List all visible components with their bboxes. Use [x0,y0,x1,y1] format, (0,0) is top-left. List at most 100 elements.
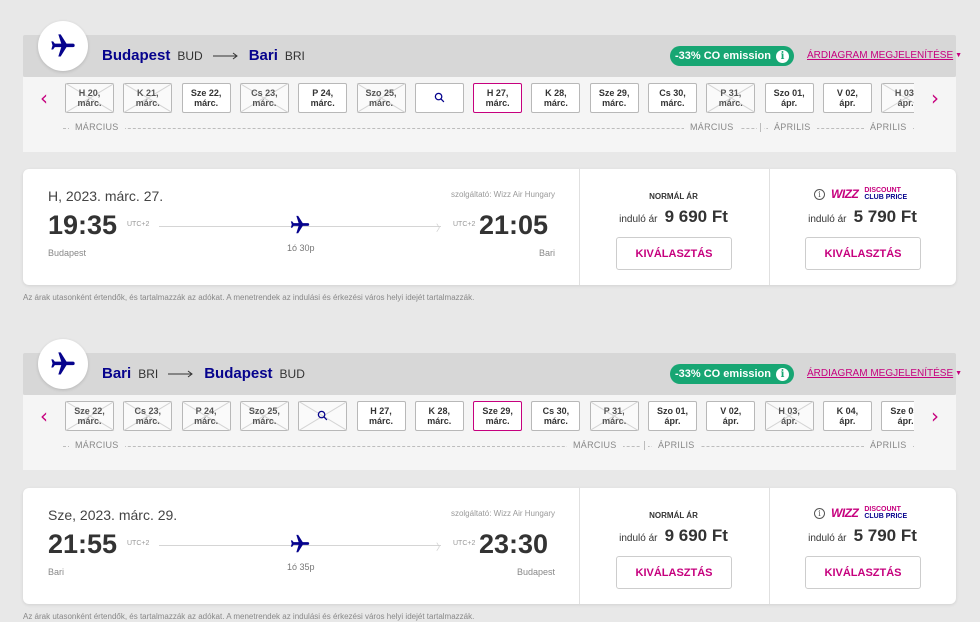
fare-amount: 9 690 Ft [664,526,728,545]
select-normal-button[interactable]: KIVÁLASZTÁS [616,556,732,589]
date-option-label: H 03, [778,406,800,416]
club-price-header: i WIZZ DISCOUNT CLUB PRICE [814,187,907,201]
date-search-button[interactable] [414,83,464,113]
fare-from-label: induló ár [619,214,658,225]
date-option[interactable]: Cs 23, márc. [123,401,173,431]
co-emission-label: -33% CO emission [675,368,771,380]
date-option-label: márc. [135,98,160,108]
date-option-label: P 24, [195,406,217,416]
date-search-button[interactable] [298,401,348,431]
flight-duration: 1ó 30p [287,243,315,253]
date-option-label: márc. [427,416,452,426]
destination-city: Budapest [204,365,273,382]
info-icon[interactable]: i [775,367,789,381]
fare-title: NORMÁL ÁR [649,511,698,520]
destination-code: BRI [284,48,305,63]
airplane-icon [290,215,310,234]
date-option[interactable]: Szo 25, márc. [356,83,406,113]
price-chart-link[interactable]: ÁRDIAGRAM MEGJELENÍTÉSE ▼ [807,50,962,61]
month-label: MÁRCIUS [567,440,623,450]
chevron-right-icon[interactable]: › [928,406,942,426]
date-option[interactable]: Cs 30, márc. [531,401,581,431]
fare-title: NORMÁL ÁR [649,192,698,201]
flight-date: Sze, 2023. márc. 29. [48,507,178,523]
date-option[interactable]: K 28, márc. [414,401,464,431]
airline-logo [38,21,88,71]
chevron-right-icon[interactable]: › [928,88,942,108]
month-label: ÁPRILIS [864,122,913,132]
date-option[interactable]: Cs 23, márc. [239,83,289,113]
date-option-label: Szo 25, [365,88,397,98]
date-option-label: márc. [718,98,743,108]
date-option-label: márc. [485,98,510,108]
info-icon[interactable]: i [814,188,825,200]
date-option[interactable]: V 02, ápr. [706,401,756,431]
date-option[interactable]: Sze 29, márc. [473,401,523,431]
date-option-label: márc. [660,98,685,108]
date-option[interactable]: Sze 22, márc. [181,83,231,113]
chevron-left-icon[interactable]: ‹ [37,406,51,426]
fare-price: induló ár 9 690 Ft [580,526,767,546]
select-normal-button[interactable]: KIVÁLASZTÁS [616,237,732,270]
fare-price: induló ár 5 790 Ft [769,526,956,546]
info-icon[interactable]: i [775,49,789,63]
date-option[interactable]: P 31, márc. [589,401,639,431]
date-option[interactable]: Szo 01, ápr. [648,401,697,431]
airline-logo [38,339,88,389]
date-option[interactable]: Sze 22, márc. [65,401,114,431]
co-emission-label: -33% CO emission [675,50,771,62]
fare-club: i WIZZ DISCOUNT CLUB PRICE induló ár 5 79… [769,488,956,604]
date-option-label: márc. [368,416,394,426]
departure-time: 19:35 [48,210,118,240]
select-club-button[interactable]: KIVÁLASZTÁS [805,237,921,270]
month-label: ÁPRILIS [768,122,817,132]
date-option-label: márc. [135,416,160,426]
co-emission-badge[interactable]: -33% CO emission i [670,46,794,66]
date-option[interactable]: Szo 25, márc. [239,401,289,431]
date-selector: ‹ H 20, márc. K 21, márc. Sze 22, márc. Cs 23,… [23,77,956,152]
flight-duration: 1ó 35p [287,562,315,572]
date-option[interactable]: Sze 29, márc. [589,83,639,113]
info-icon[interactable]: i [814,507,825,519]
co-emission-badge[interactable]: -33% CO emission i [670,364,794,384]
date-option-label: Sze 29, [482,406,513,416]
date-option[interactable]: P 24, márc. [181,401,231,431]
date-option-label: Sze 05, [890,406,914,416]
date-option[interactable]: H 03,ápr. [881,83,914,113]
date-option[interactable]: Szo 01, ápr. [764,83,814,113]
departure-time: 21:55 [48,529,118,559]
route-title: Budapest BUD Bari BRI [102,47,315,64]
date-option-label: Szo 01, [656,406,688,416]
date-option-label: márc. [194,416,219,426]
date-option-label: ápr. [839,98,856,108]
date-option[interactable]: H 27, márc. [356,401,406,431]
date-option[interactable]: K 28, márc. [531,83,581,113]
date-option-label: Sze 22, [190,88,222,98]
date-option[interactable]: Sze 05,ápr. [881,401,914,431]
price-chart-link[interactable]: ÁRDIAGRAM MEGJELENÍTÉSE ▼ [807,368,962,379]
date-option[interactable]: H 27, márc. [473,83,523,113]
date-option-label: márc. [543,98,568,108]
departure-utc: UTC+2 [127,221,150,228]
date-option-label: márc. [252,416,277,426]
flight-date: H, 2023. márc. 27. [48,188,164,204]
date-option[interactable]: P 31, márc. [706,83,756,113]
date-option-label: P 24, [312,88,334,98]
fare-amount: 5 790 Ft [853,207,917,226]
date-option-label: márc. [77,416,102,426]
date-option-label: H 03, [894,88,914,98]
date-option[interactable]: V 02, ápr. [822,83,872,113]
date-option[interactable]: K 04, ápr. [822,401,872,431]
date-option[interactable]: H 20, márc. [65,83,114,113]
origin-code: BRI [138,366,159,381]
date-option[interactable]: Cs 30, márc. [648,83,697,113]
club-label: DISCOUNT CLUB PRICE [864,187,907,201]
date-option[interactable]: K 21, márc. [123,83,173,113]
date-option[interactable]: H 03,ápr. [764,401,814,431]
date-option-label: ápr. [839,416,856,426]
airplane-icon [290,534,310,553]
select-club-button[interactable]: KIVÁLASZTÁS [805,556,921,589]
month-divider-line [63,446,914,447]
date-option[interactable]: P 24, márc. [298,83,348,113]
chevron-left-icon[interactable]: ‹ [37,88,51,108]
